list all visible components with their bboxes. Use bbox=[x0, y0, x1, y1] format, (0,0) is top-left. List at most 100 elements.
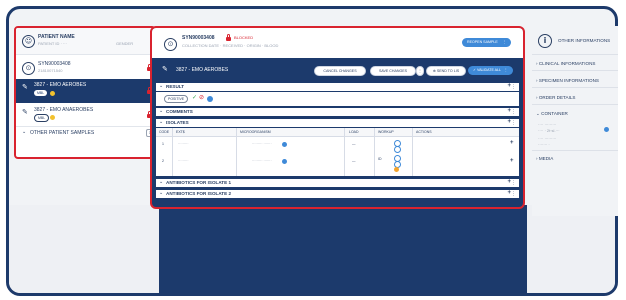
section-label: RESULT bbox=[166, 84, 185, 89]
test-name: 3827 - EMO AEROBES bbox=[176, 67, 229, 73]
container-line: ······· · bbox=[538, 142, 550, 147]
isolate-microorganism[interactable]: ········· ······· bbox=[252, 159, 272, 163]
section-label: ANTIBIOTICS FOR ISOLATE 2 bbox=[166, 191, 231, 196]
chevron-down-icon: ⌄ bbox=[159, 119, 164, 125]
patient-sub-line: PATIENT ID · ··· bbox=[38, 41, 67, 46]
check-icon[interactable]: ✓ bbox=[192, 94, 197, 101]
mbl-badge: MBL bbox=[34, 114, 50, 122]
sample-navigator-panel: ☺ PATIENT NAME PATIENT ID · ··· GENDER ⊙… bbox=[14, 26, 156, 159]
more-icon[interactable]: ⋮ bbox=[511, 120, 516, 126]
more-icon: ⋮ bbox=[502, 40, 507, 44]
other-samples-label: OTHER PATIENT SAMPLES bbox=[30, 130, 95, 136]
sample-header: ⊙ SYN90003408 BLOCKED COLLECTION DATE · … bbox=[152, 28, 523, 58]
user-icon: ☺ bbox=[22, 35, 35, 48]
workup-icon[interactable] bbox=[394, 146, 401, 153]
more-icon: ⋮ bbox=[504, 67, 508, 72]
sidebar-item-container[interactable]: ⌄ CONTAINER bbox=[536, 111, 568, 117]
info-icon[interactable] bbox=[282, 142, 287, 147]
divider bbox=[532, 150, 618, 151]
column-header: LOAD bbox=[349, 130, 359, 134]
test-item-aerobes[interactable]: ✎ 3827 - EMO AEROBES MBL bbox=[16, 79, 154, 103]
divider bbox=[532, 87, 618, 88]
more-icon[interactable]: ⋮ bbox=[416, 66, 424, 76]
sample-row[interactable]: ⊙ SYN90003408 21810071540 bbox=[16, 57, 154, 79]
tube-icon: ⊙ bbox=[164, 38, 177, 51]
validate-all-button[interactable]: ✓ VALIDATE ALL ⋮ bbox=[468, 65, 513, 75]
info-sidebar-title: OTHER INFORMATIONS bbox=[558, 38, 611, 43]
more-icon[interactable]: ⋮ bbox=[511, 180, 516, 186]
send-to-lis-label: SEND TO LIS bbox=[436, 69, 460, 73]
pencil-icon: ✎ bbox=[22, 109, 28, 116]
info-icon[interactable] bbox=[604, 127, 609, 132]
comments-section-header[interactable]: ⌄ COMMENTS + ⋮ bbox=[156, 108, 519, 116]
other-samples-row[interactable]: ⌄ OTHER PATIENT SAMPLES 1 bbox=[16, 127, 154, 139]
more-icon[interactable]: ⋮ bbox=[511, 109, 516, 115]
info-icon[interactable] bbox=[282, 159, 287, 164]
divider bbox=[16, 54, 154, 55]
divider bbox=[532, 70, 618, 71]
status-dot bbox=[50, 90, 55, 96]
isolate-load[interactable]: — bbox=[352, 142, 356, 146]
isolate-ext[interactable]: ········· bbox=[178, 142, 189, 146]
tube-icon: ⊙ bbox=[22, 62, 35, 75]
sidebar-item-clinical[interactable]: › CLINICAL INFORMATIONS bbox=[536, 61, 595, 66]
isolate-ext[interactable]: ········· bbox=[178, 159, 189, 163]
info-icon[interactable] bbox=[207, 96, 213, 102]
table-row[interactable]: 2 ········· ········· ······· — ID + ⋮ bbox=[156, 154, 523, 174]
chevron-down-icon: ⌄ bbox=[159, 83, 164, 89]
container-line: ···· ········· bbox=[538, 136, 557, 141]
sample-sub-line: COLLECTION DATE · RECEIVED · ORIGIN · BL… bbox=[182, 43, 279, 48]
test-item-label: 3827 - EMO ANAEROBES bbox=[34, 107, 94, 113]
cancel-changes-button[interactable]: CANCEL CHANGES bbox=[314, 66, 366, 76]
status-dot bbox=[50, 114, 55, 120]
sidebar-item-media[interactable]: › MEDIA bbox=[536, 156, 553, 161]
more-icon[interactable]: ⋮ bbox=[518, 159, 523, 165]
section-label: ANTIBIOTICS FOR ISOLATE 1 bbox=[166, 180, 231, 185]
warning-icon[interactable] bbox=[394, 167, 399, 172]
sidebar-item-order[interactable]: › ORDER DETAILS bbox=[536, 95, 575, 100]
sidebar-item-label: SPECIMEN INFORMATIONS bbox=[538, 78, 599, 83]
send-to-lis-button[interactable]: ⊕ SEND TO LIS bbox=[426, 66, 466, 76]
sidebar-item-label: CLINICAL INFORMATIONS bbox=[538, 61, 596, 66]
info-icon: i bbox=[538, 34, 552, 48]
patient-name-label: PATIENT NAME bbox=[38, 34, 75, 40]
isolate-code: 2 bbox=[162, 159, 164, 163]
chevron-down-icon: ⌄ bbox=[159, 190, 164, 196]
chevron-down-icon: ⌄ bbox=[159, 108, 164, 114]
antibiotics-isolate-1-header[interactable]: ⌄ ANTIBIOTICS FOR ISOLATE 1 + ⋮ bbox=[156, 179, 519, 187]
isolate-workup[interactable]: ID bbox=[378, 157, 382, 161]
test-toolbar: ✎ 3827 - EMO AEROBES CANCEL CHANGES SAVE… bbox=[152, 58, 523, 82]
add-icon[interactable]: + bbox=[510, 158, 514, 164]
chevron-down-icon: ⌄ bbox=[159, 179, 164, 185]
test-item-label: 3827 - EMO AEROBES bbox=[34, 82, 87, 88]
more-icon[interactable]: ⋮ bbox=[518, 141, 523, 147]
pencil-icon: ✎ bbox=[22, 84, 28, 91]
save-changes-button[interactable]: SAVE CHANGES bbox=[370, 66, 416, 76]
result-section-header[interactable]: ⌄ RESULT + ⋮ bbox=[156, 83, 519, 91]
info-sidebar: i OTHER INFORMATIONS › CLINICAL INFORMAT… bbox=[532, 26, 618, 216]
isolate-code: 1 bbox=[162, 142, 164, 146]
table-row[interactable]: 1 ········· ········· ······· — + ⋮ bbox=[156, 138, 523, 153]
container-line: ···· · 2t·sl.··· bbox=[538, 128, 560, 133]
sidebar-item-label: MEDIA bbox=[538, 156, 554, 161]
sidebar-item-specimen[interactable]: › SPECIMEN INFORMATIONS bbox=[536, 78, 599, 83]
isolate-microorganism[interactable]: ········· ······· bbox=[252, 142, 272, 146]
more-icon[interactable]: ⋮ bbox=[511, 191, 516, 197]
container-line: ···· ········· bbox=[538, 122, 557, 127]
section-label: ISOLATES bbox=[166, 120, 189, 125]
isolates-table: CODE EXT$ MICROORGANISM LOAD WORKUP ACTI… bbox=[156, 128, 523, 176]
divider bbox=[532, 54, 618, 55]
add-icon[interactable]: + bbox=[510, 140, 514, 146]
reopen-sample-button[interactable]: REOPEN SAMPLE ⋮ bbox=[462, 38, 512, 47]
positive-chip[interactable]: POSITIVE bbox=[164, 95, 189, 103]
patient-header[interactable]: ☺ PATIENT NAME PATIENT ID · ··· GENDER bbox=[16, 28, 154, 54]
isolate-load[interactable]: — bbox=[352, 159, 356, 163]
sidebar-item-label: ORDER DETAILS bbox=[538, 95, 576, 100]
table-header-row: CODE EXT$ MICROORGANISM LOAD WORKUP ACTI… bbox=[156, 128, 519, 137]
sample-sub: 21810071540 bbox=[38, 68, 63, 73]
antibiotics-isolate-2-header[interactable]: ⌄ ANTIBIOTICS FOR ISOLATE 2 + ⋮ bbox=[156, 190, 519, 198]
more-icon[interactable]: ⋮ bbox=[511, 84, 516, 90]
cancel-icon[interactable]: ⊘ bbox=[199, 94, 204, 101]
isolates-section-header[interactable]: ⌄ ISOLATES + ⋮ bbox=[156, 119, 519, 127]
test-item-anaerobes[interactable]: ✎ 3827 - EMO ANAEROBES MBL bbox=[16, 104, 154, 126]
